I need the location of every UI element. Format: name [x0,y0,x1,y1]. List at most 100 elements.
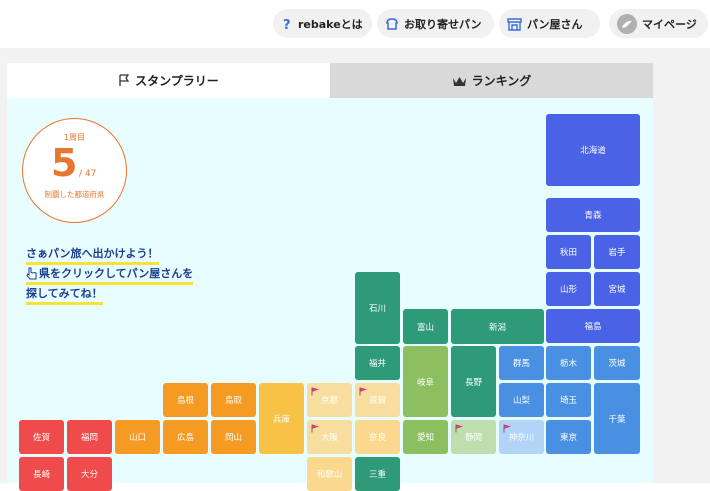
prefecture-12[interactable]: 長野 [451,346,496,417]
prefecture-label: 佐賀 [32,433,50,443]
prefecture-21[interactable]: 兵庫 [259,383,304,454]
bakery-button[interactable]: パン屋さん [499,9,600,38]
prefecture-35[interactable]: 長崎 [19,457,64,491]
prefecture-0[interactable]: 北海道 [546,114,640,186]
prefecture-28[interactable]: 岡山 [211,420,256,454]
prefecture-label: 神奈川 [508,433,535,443]
tab-stamp-rally[interactable]: スタンプラリー [7,63,330,98]
prefecture-label: 新潟 [488,322,506,333]
prefecture-label: 和歌山 [316,470,343,480]
prefecture-label: 滋賀 [368,396,386,406]
mail-order-bread-label: お取り寄せパン [404,17,482,31]
prefecture-label: 北海道 [580,146,606,156]
prefecture-38[interactable]: 三重 [355,457,400,491]
progress-badge: 1周目 5 / 47 制覇した都道府県 [22,118,127,223]
prefecture-label: 静岡 [464,433,482,443]
prefecture-6[interactable]: 福島 [546,309,640,343]
prefecture-5[interactable]: 宮城 [594,272,640,306]
prefecture-24[interactable]: 佐賀 [19,420,64,454]
prefecture-label: 山梨 [512,396,530,406]
prefecture-16[interactable]: 山梨 [499,383,544,417]
prefecture-label: 島根 [176,396,194,406]
prefecture-15[interactable]: 茨城 [594,346,640,380]
prefecture-label: 山口 [128,433,146,443]
prefecture-label: 兵庫 [272,414,290,425]
prefecture-8[interactable]: 富山 [403,309,448,344]
prefecture-17[interactable]: 埼玉 [546,383,591,417]
prefecture-32[interactable]: 静岡 [451,420,496,454]
prefecture-11[interactable]: 岐阜 [403,346,448,417]
prefecture-label: 青森 [584,211,602,221]
prefecture-label: 千葉 [608,414,626,425]
prefecture-2[interactable]: 秋田 [546,235,591,269]
message-line-2-text: 県をクリックしてパン屋さんを [39,267,194,280]
prefecture-10[interactable]: 福井 [355,346,400,380]
pointer-hand-icon [26,267,37,284]
prefecture-label: 宮城 [608,285,626,295]
prefecture-label: 石川 [368,304,386,314]
visited-flag-icon [311,387,319,396]
prefecture-25[interactable]: 福岡 [67,420,112,454]
visited-flag-icon [455,424,463,433]
prefecture-23[interactable]: 滋賀 [355,383,400,417]
prefecture-label: 秋田 [559,248,577,258]
message-line-2: 県をクリックしてパン屋さんを [26,266,194,285]
visited-flag-icon [311,424,319,433]
prefecture-1[interactable]: 青森 [546,198,640,232]
prefecture-26[interactable]: 山口 [115,420,160,454]
mypage-button[interactable]: マイページ [609,9,708,38]
prefecture-13[interactable]: 群馬 [499,346,544,380]
prefecture-37[interactable]: 和歌山 [307,457,352,491]
prefecture-4[interactable]: 山形 [546,272,591,306]
mail-order-bread-button[interactable]: お取り寄せパン [377,9,494,38]
total-count: / 47 [79,169,97,179]
prefecture-label: 愛知 [416,433,434,443]
prefecture-18[interactable]: 千葉 [594,383,640,454]
prefecture-label: 大分 [80,470,98,480]
svg-text:?: ? [283,18,291,31]
prefecture-29[interactable]: 大阪 [307,420,352,454]
progress-caption: 制覇した都道府県 [44,190,105,199]
prefecture-34[interactable]: 東京 [546,420,591,454]
question-icon: ? [281,17,293,31]
prefecture-14[interactable]: 栃木 [546,346,591,380]
prefecture-20[interactable]: 鳥取 [211,383,256,417]
prefecture-label: 三重 [368,470,386,480]
about-rebake-label: rebakeとは [298,17,363,31]
prefecture-label: 長野 [464,377,482,388]
prefecture-33[interactable]: 神奈川 [499,420,544,454]
prefecture-31[interactable]: 愛知 [403,420,448,454]
prefecture-9[interactable]: 新潟 [451,309,544,344]
mypage-label: マイページ [642,17,697,31]
prefecture-label: 大阪 [320,433,338,443]
prefecture-19[interactable]: 島根 [163,383,208,417]
avatar-icon [617,13,637,34]
about-rebake-button[interactable]: ? rebakeとは [273,9,372,38]
prefecture-label: 群馬 [512,359,530,369]
prefecture-22[interactable]: 京都 [307,383,352,417]
tab-stamp-rally-label: スタンプラリー [135,74,219,88]
bakery-label: パン屋さん [527,17,583,31]
prefecture-label: 奈良 [368,433,386,443]
prefecture-36[interactable]: 大分 [67,457,112,491]
prefecture-label: 福井 [368,359,386,369]
prefecture-label: 栃木 [559,359,577,369]
conquered-count: 5 [51,141,78,185]
prefecture-27[interactable]: 広島 [163,420,208,454]
prefecture-label: 岡山 [224,433,242,443]
prefecture-label: 福島 [584,322,602,332]
flag-icon [118,74,130,87]
prefecture-30[interactable]: 奈良 [355,420,400,454]
top-nav-bar: ? rebakeとは お取り寄せパン パン屋さん マイページ [0,0,710,48]
tab-ranking[interactable]: ランキング [330,63,653,98]
prefecture-label: 山形 [559,285,577,295]
prefecture-7[interactable]: 石川 [355,272,400,344]
prefecture-label: 茨城 [608,359,626,369]
visited-flag-icon [503,424,511,433]
prefecture-3[interactable]: 岩手 [594,235,640,269]
crown-icon [452,75,467,87]
visited-flag-icon [359,387,367,396]
message-line-1: さぁパン旅へ出かけよう！ [26,246,159,265]
tab-ranking-label: ランキング [471,74,532,88]
prefecture-label: 東京 [559,433,577,443]
